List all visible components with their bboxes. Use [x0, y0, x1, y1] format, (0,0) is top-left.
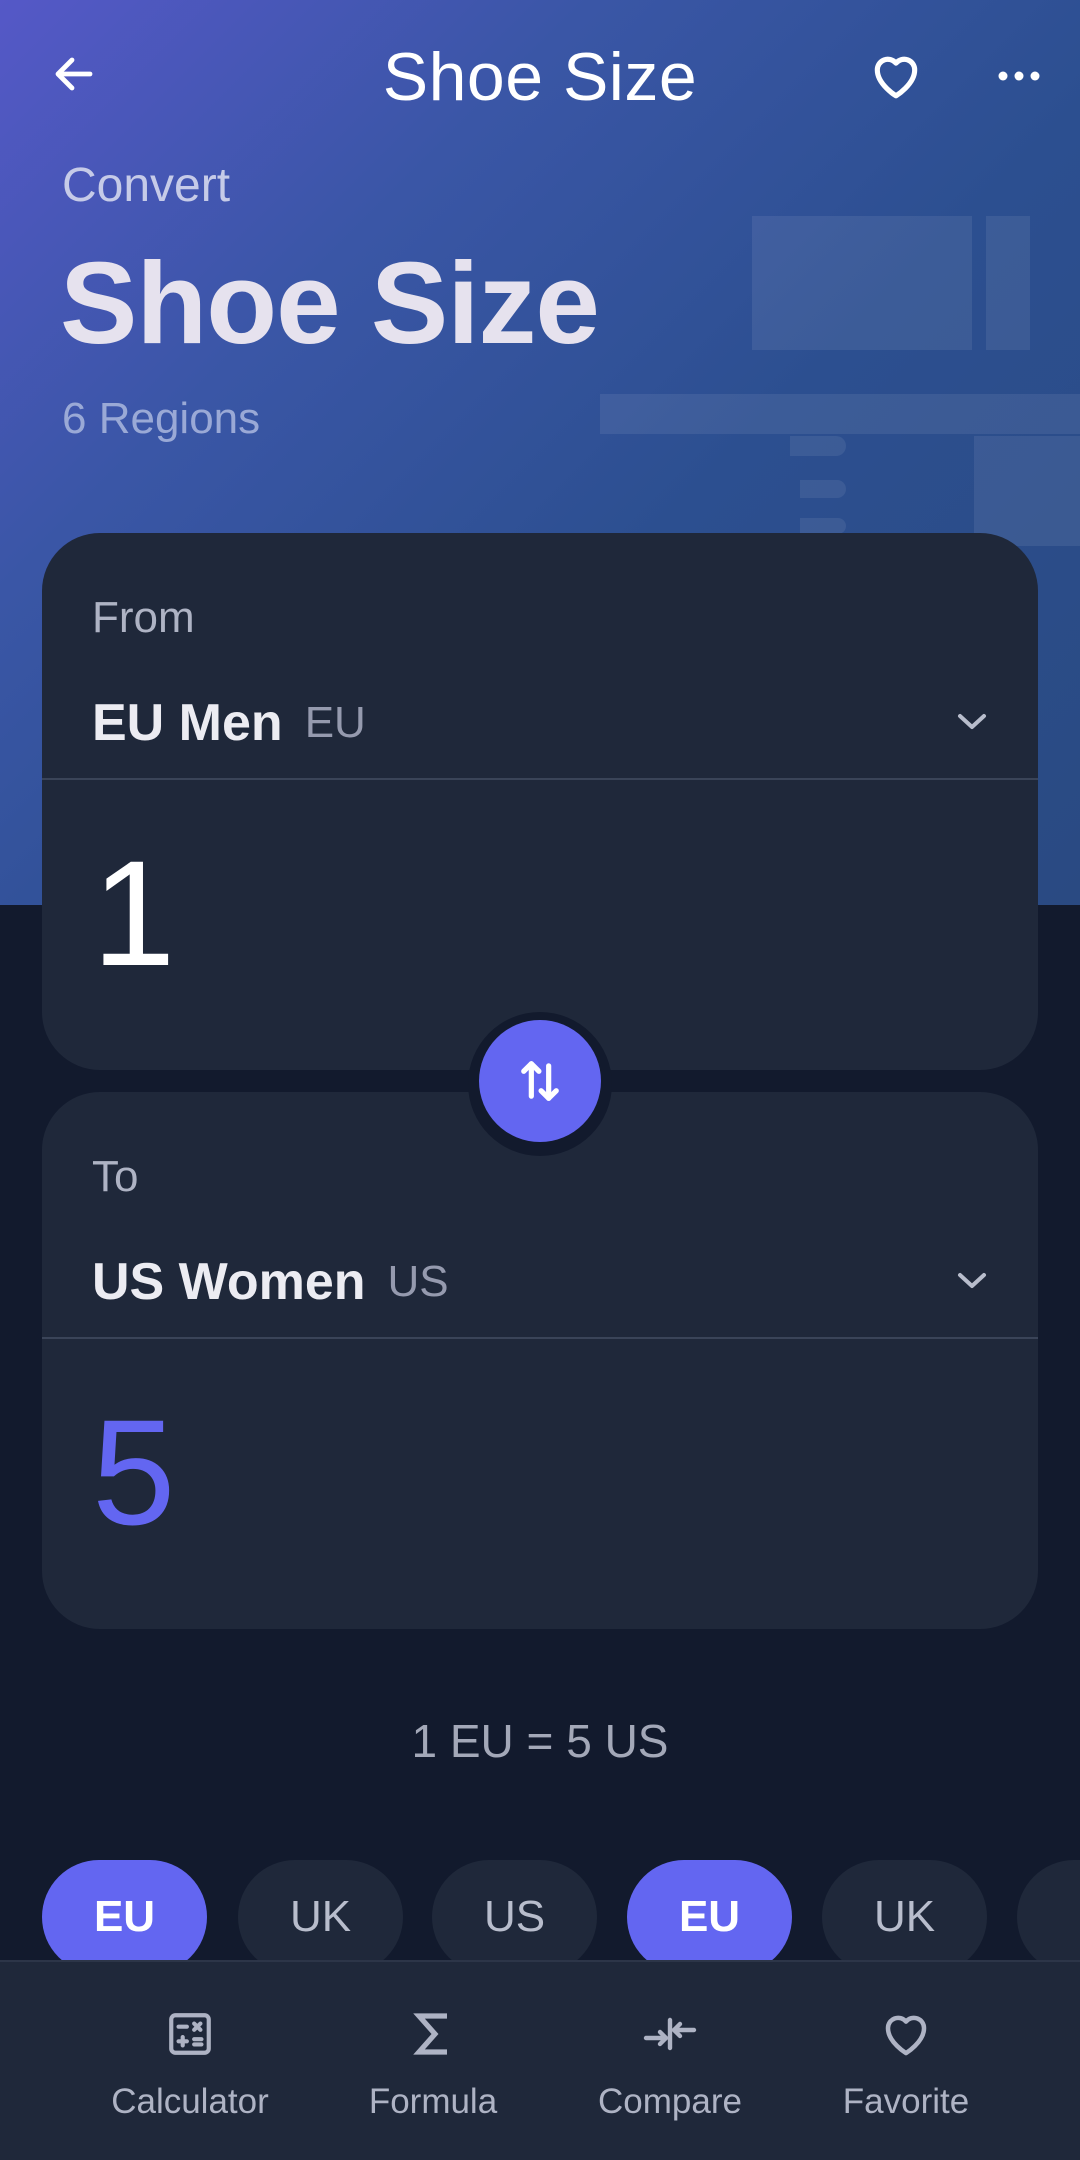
to-unit-abbr: US — [387, 1257, 449, 1306]
region-chips: EU UK US EU UK — [42, 1860, 1080, 1970]
hero-subtitle: 6 Regions — [62, 394, 261, 443]
hero-decoration — [600, 394, 1080, 434]
from-unit-abbr: EU — [304, 698, 366, 747]
nav-label: Compare — [598, 2082, 742, 2121]
from-unit-selector[interactable]: EU Men EU — [92, 683, 988, 763]
sigma-icon — [403, 2004, 463, 2064]
hero-decoration — [986, 216, 1030, 350]
from-value-input[interactable]: 1 — [92, 838, 175, 988]
to-unit-name: US Women — [92, 1253, 366, 1311]
hero-decoration — [974, 436, 1080, 546]
chip-uk[interactable]: UK — [822, 1860, 987, 1970]
calculator-icon — [160, 2004, 220, 2064]
swap-vertical-icon — [521, 1061, 559, 1101]
divider — [42, 778, 1038, 780]
to-card: To US Women US 5 — [42, 1092, 1038, 1629]
hero-decoration — [800, 518, 846, 534]
chip-us[interactable]: US — [432, 1860, 597, 1970]
nav-compare[interactable]: Compare — [550, 1962, 790, 2160]
hero-decoration — [800, 480, 846, 498]
more-horizontal-icon — [998, 71, 1040, 81]
nav-label: Formula — [368, 2082, 498, 2121]
chip-more[interactable] — [1017, 1860, 1080, 1970]
more-options-button[interactable] — [985, 44, 1053, 108]
hero-decoration — [752, 216, 972, 350]
top-app-bar: Shoe Size — [0, 0, 1080, 150]
favorite-button[interactable] — [862, 44, 930, 108]
nav-formula[interactable]: Formula — [313, 1962, 553, 2160]
nav-favorite[interactable]: Favorite — [786, 1962, 1026, 2160]
divider — [42, 1337, 1038, 1339]
to-label: To — [92, 1152, 139, 1201]
chip-eu[interactable]: EU — [42, 1860, 207, 1970]
compare-arrows-icon — [640, 2004, 700, 2064]
nav-label: Favorite — [842, 2082, 970, 2121]
chevron-down-icon[interactable] — [952, 1260, 992, 1300]
hero-decoration — [790, 436, 846, 456]
nav-calculator[interactable]: Calculator — [70, 1962, 310, 2160]
nav-label: Calculator — [111, 2082, 269, 2121]
chevron-down-icon[interactable] — [952, 701, 992, 741]
chip-eu[interactable]: EU — [627, 1860, 792, 1970]
from-label: From — [92, 593, 195, 642]
to-value-output: 5 — [92, 1388, 176, 1556]
conversion-summary: 1 EU = 5 US — [411, 1715, 669, 1767]
to-unit-selector[interactable]: US Women US — [92, 1242, 988, 1322]
from-card: From EU Men EU 1 — [42, 533, 1038, 1070]
hero-title: Shoe Size — [60, 238, 600, 368]
from-unit-name: EU Men — [92, 694, 283, 752]
chip-uk[interactable]: UK — [238, 1860, 403, 1970]
heart-outline-icon — [874, 56, 918, 99]
bottom-navigation: Calculator Formula Compare Favorite — [0, 1960, 1080, 2160]
heart-outline-icon — [876, 2004, 936, 2064]
swap-units-button[interactable] — [479, 1020, 601, 1142]
hero-eyebrow: Convert — [62, 159, 231, 212]
